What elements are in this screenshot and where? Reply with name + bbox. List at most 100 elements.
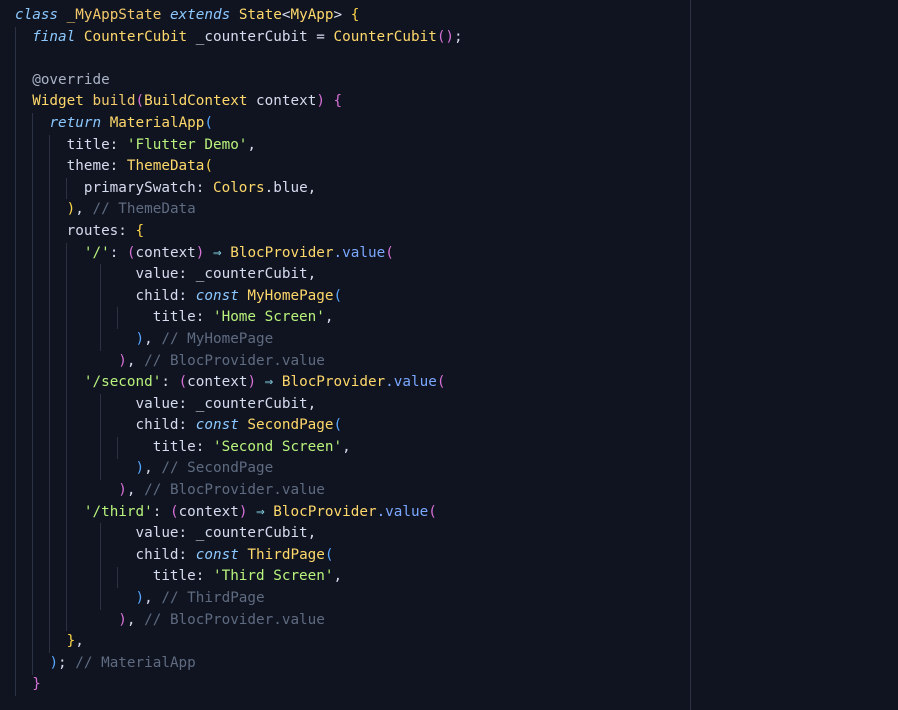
indent-guide xyxy=(32,113,33,675)
code-line[interactable]: theme: ThemeData( xyxy=(15,156,463,178)
code-line[interactable]: primarySwatch: Colors.blue, xyxy=(15,178,463,200)
code-token: '/third' xyxy=(83,503,153,520)
code-token: ( xyxy=(333,287,343,304)
code-content[interactable]: class _MyAppState extends State<MyApp> {… xyxy=(15,5,463,696)
code-token: , xyxy=(144,330,153,347)
code-line[interactable]: final CounterCubit _counterCubit = Count… xyxy=(15,27,462,49)
code-token: ) xyxy=(135,590,145,607)
code-token: ( xyxy=(324,546,334,563)
code-token: 'Third Screen' xyxy=(212,568,334,585)
code-token: ) xyxy=(247,374,257,391)
code-line[interactable]: title: 'Second Screen', xyxy=(15,437,463,459)
code-line[interactable]: ); // MaterialApp xyxy=(15,653,463,675)
code-token: ( xyxy=(428,503,437,520)
code-token: build xyxy=(92,93,136,110)
code-line[interactable]: title: 'Flutter Demo', xyxy=(15,135,463,157)
code-line[interactable]: @override xyxy=(15,70,463,92)
code-token: Widget xyxy=(32,93,84,110)
code-token: .value xyxy=(376,503,429,520)
code-token: '/second' xyxy=(83,374,162,391)
code-line[interactable]: value: _counterCubit, xyxy=(15,394,463,416)
code-line[interactable]: }, xyxy=(15,631,463,653)
code-token: ( xyxy=(169,503,179,520)
code-token: , xyxy=(342,438,351,455)
code-token: context xyxy=(135,244,196,261)
code-line[interactable]: '/second': (context) ⇒ BlocProvider.valu… xyxy=(15,372,463,394)
code-token: const xyxy=(195,287,239,304)
code-token: // ThemeData xyxy=(92,201,196,218)
code-line[interactable] xyxy=(15,48,463,70)
code-line[interactable]: routes: { xyxy=(15,221,463,243)
code-line[interactable]: ), // BlocProvider.value xyxy=(15,351,463,373)
code-token: , xyxy=(333,568,343,585)
code-token: , xyxy=(126,482,136,499)
code-token: } xyxy=(66,633,76,650)
code-line[interactable]: value: _counterCubit, xyxy=(15,523,463,545)
code-token: CounterCubit xyxy=(83,28,188,45)
code-token: CounterCubit xyxy=(333,28,437,45)
code-token: ( xyxy=(178,374,188,391)
code-line[interactable]: '/': (context) ⇒ BlocProvider.value( xyxy=(15,243,463,265)
code-line[interactable]: child: const SecondPage( xyxy=(15,415,463,437)
code-line[interactable]: title: 'Third Screen', xyxy=(15,566,463,588)
code-editor[interactable]: class _MyAppState extends State<MyApp> {… xyxy=(0,0,898,710)
code-token: value: _counterCubit, xyxy=(15,395,317,412)
code-token: BuildContext xyxy=(144,93,248,110)
code-token: ) xyxy=(135,460,145,477)
code-token: MyHomePage xyxy=(247,287,334,304)
code-line[interactable]: ), // BlocProvider.value xyxy=(15,480,463,502)
code-line[interactable]: ), // MyHomePage xyxy=(15,329,463,351)
code-token: SecondPage xyxy=(247,417,334,434)
code-line[interactable]: '/third': (context) ⇒ BlocProvider.value… xyxy=(15,502,463,524)
code-line[interactable]: ), // ThemeData xyxy=(15,199,463,221)
code-token: context xyxy=(247,93,317,110)
code-token: } xyxy=(32,676,41,693)
code-token: class xyxy=(15,7,59,23)
code-token: , xyxy=(126,352,136,369)
code-line[interactable]: value: _counterCubit, xyxy=(15,264,463,286)
code-token: extends xyxy=(169,7,231,23)
code-line[interactable]: title: 'Home Screen', xyxy=(15,307,463,329)
code-token: BlocProvider xyxy=(281,374,386,391)
code-token: ) xyxy=(118,611,127,628)
code-token: ) xyxy=(316,93,325,110)
code-token: > xyxy=(333,7,343,23)
code-token: '/' xyxy=(83,244,110,261)
indent-guide xyxy=(66,177,67,200)
code-token: value: _counterCubit, xyxy=(15,525,317,542)
code-line[interactable]: ), // ThirdPage xyxy=(15,588,463,610)
code-token: ) xyxy=(118,352,127,369)
indent-guide xyxy=(66,242,67,632)
code-token: MaterialApp xyxy=(109,114,205,131)
code-token: @override xyxy=(32,71,110,88)
code-token: { xyxy=(135,222,145,239)
code-token: _MyAppState xyxy=(66,7,162,23)
code-token: context xyxy=(178,503,239,520)
code-line[interactable]: class _MyAppState extends State<MyApp> { xyxy=(15,5,463,27)
code-token: context xyxy=(187,374,248,391)
code-line[interactable]: return MaterialApp( xyxy=(15,113,463,135)
code-line[interactable]: child: const MyHomePage( xyxy=(15,286,463,308)
code-token: .value xyxy=(385,374,437,391)
code-token: MyApp xyxy=(290,7,334,23)
code-token: // BlocProvider.value xyxy=(144,611,325,628)
code-line[interactable]: child: const ThirdPage( xyxy=(15,545,463,567)
code-token: BlocProvider xyxy=(230,244,334,261)
code-line[interactable]: Widget build(BuildContext context) { xyxy=(15,91,463,113)
code-line[interactable]: ), // SecondPage xyxy=(15,458,463,480)
code-token: BlocProvider xyxy=(273,503,377,520)
code-line[interactable]: } xyxy=(15,674,463,696)
code-line[interactable]: ), // BlocProvider.value xyxy=(15,610,463,632)
